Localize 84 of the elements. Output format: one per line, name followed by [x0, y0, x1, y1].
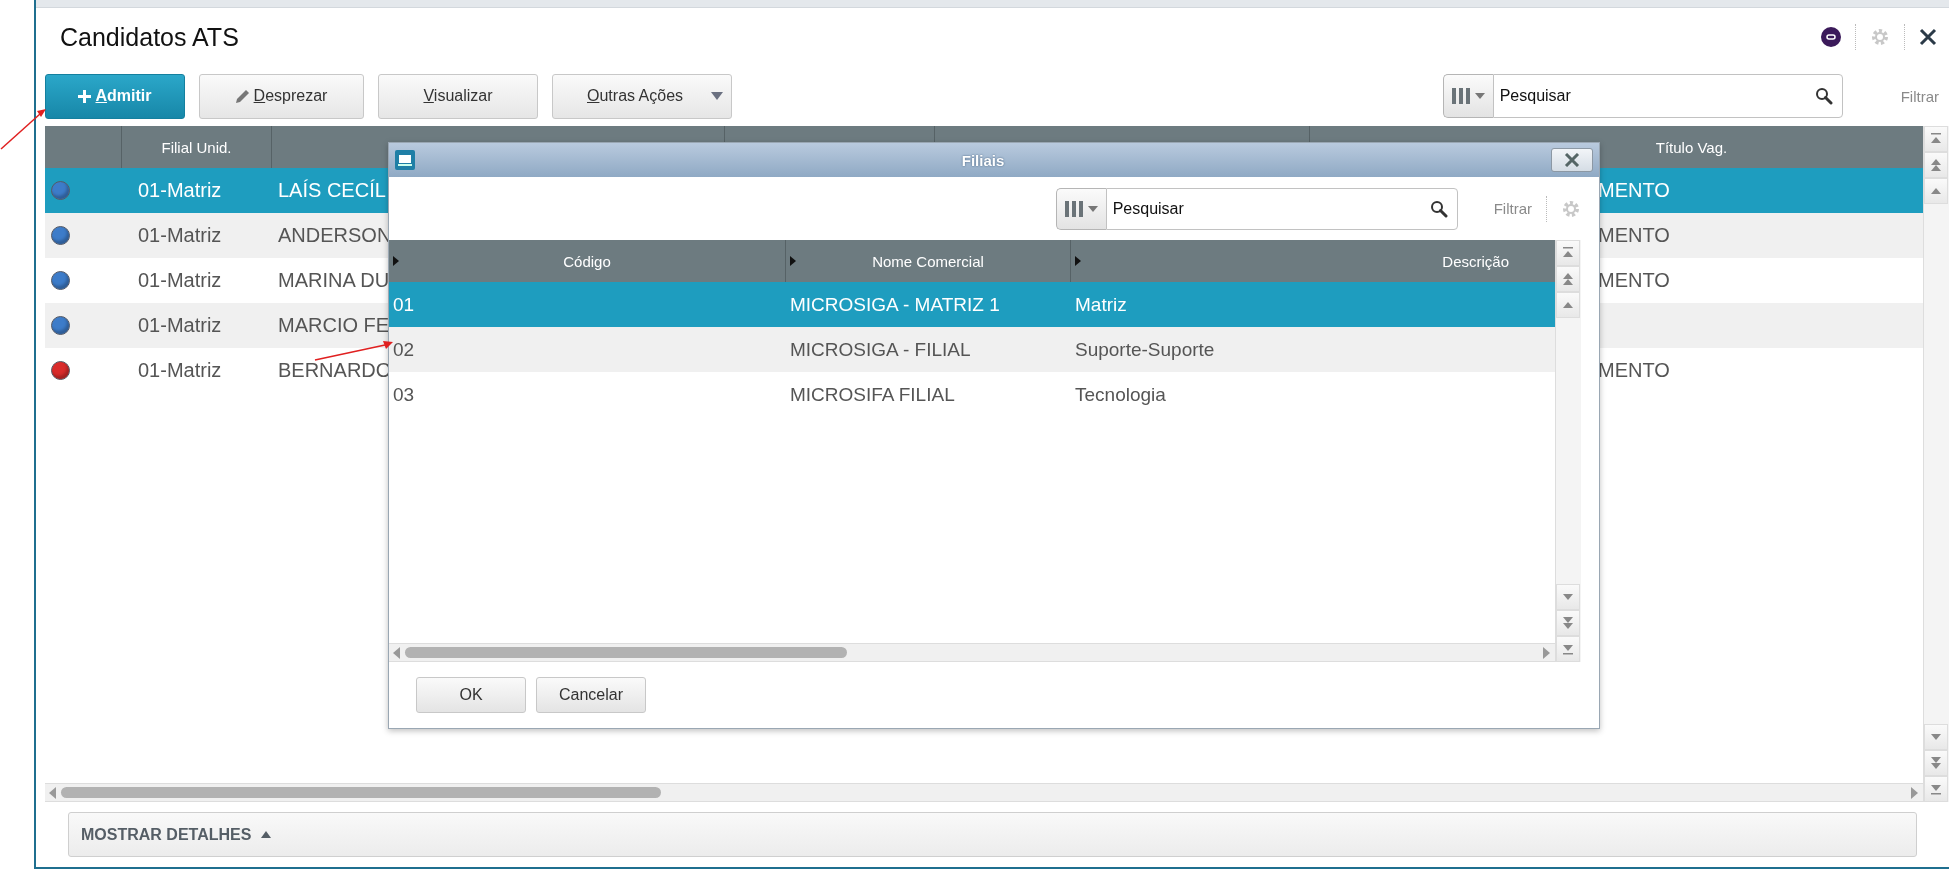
scroll-right-icon [1911, 786, 1919, 799]
monitor-icon [395, 150, 415, 170]
table-cell: Suporte-Suporte [1075, 338, 1215, 361]
annotation-arrow [0, 108, 48, 150]
table-cell: Matriz [1075, 293, 1127, 316]
horizontal-scrollbar[interactable] [45, 783, 1923, 802]
scroll-button[interactable] [1924, 724, 1948, 750]
scroll-left-icon [49, 786, 57, 799]
column-header: Nome Comercial [872, 252, 984, 270]
table-cell: MENTO [1598, 269, 1670, 292]
scroll-button[interactable] [1556, 584, 1580, 610]
table-cell: MICROSIGA - MATRIZ 1 [790, 293, 1000, 316]
scroll-button[interactable] [1924, 776, 1948, 802]
table-cell: Tecnologia [1075, 383, 1166, 406]
cancel-button[interactable]: Cancelar [536, 677, 646, 713]
table-cell: MARCIO FE [278, 314, 390, 337]
column-header: Código [563, 252, 611, 270]
scroll-button[interactable] [1924, 178, 1948, 204]
scroll-up-icon [1562, 246, 1574, 260]
scroll-button[interactable] [1556, 610, 1580, 636]
sort-icon[interactable] [790, 256, 796, 266]
scroll-down-icon [1562, 616, 1574, 630]
column-header: Filial Unid. [161, 138, 232, 156]
table-cell: 01-Matriz [138, 314, 222, 337]
expand-up-icon [261, 831, 272, 838]
scroll-left-icon [393, 646, 401, 659]
view-button[interactable]: Visualizar [378, 73, 538, 119]
scroll-up-icon [1562, 272, 1574, 286]
table-cell: 01-Matriz [138, 224, 222, 247]
table-cell: 02 [393, 338, 415, 361]
close-icon [1564, 153, 1580, 167]
table-cell: MICROSIGA - FILIAL [790, 338, 971, 361]
caret-icon [1475, 93, 1486, 99]
show-details-button[interactable]: MOSTRAR DETALHES [81, 825, 272, 844]
scroll-up-icon [1930, 132, 1942, 146]
columns-icon [1451, 87, 1472, 105]
scroll-right-icon [1543, 646, 1551, 659]
table-cell: BERNARDO [278, 359, 392, 382]
table-cell: 01-Matriz [138, 359, 222, 382]
column-header: Descrição [1442, 252, 1509, 270]
table-cell: 01-Matriz [138, 269, 222, 292]
search-icon [1429, 199, 1448, 218]
table-cell: MARINA DU [278, 269, 390, 292]
table-cell: LAÍS CECÍL [278, 179, 386, 202]
scroll-down-icon [1930, 756, 1942, 770]
discard-button[interactable]: Desprezar [199, 73, 364, 119]
scroll-button[interactable] [1556, 636, 1580, 662]
pencil-icon [235, 89, 250, 103]
scroll-down-icon [1562, 642, 1574, 656]
scroll-button[interactable] [1924, 152, 1948, 178]
table-cell: 03 [393, 383, 415, 406]
table-cell: 01 [393, 293, 415, 316]
columns-button[interactable] [1442, 74, 1493, 118]
scroll-button[interactable] [1924, 750, 1948, 776]
app-logo-icon [1821, 27, 1841, 47]
plus-icon [78, 89, 92, 103]
horizontal-scrollbar[interactable] [389, 643, 1555, 662]
ok-button[interactable]: OK [416, 677, 526, 713]
dialog-title: Filiais [960, 151, 1006, 169]
caret-icon [711, 92, 723, 100]
table-cell: MICROSIFA FILIAL [790, 383, 955, 406]
scroll-down-icon [1930, 782, 1942, 796]
columns-icon [1064, 199, 1085, 218]
table-cell: MENTO [1598, 179, 1670, 202]
table-cell: MENTO [1598, 359, 1670, 382]
window-title: Candidatos ATS [60, 22, 240, 52]
scroll-button[interactable] [1556, 266, 1580, 292]
scroll-up-icon [1930, 158, 1942, 172]
search-field[interactable]: Pesquisar [1492, 74, 1843, 118]
close-icon[interactable] [1919, 28, 1937, 46]
sort-icon[interactable] [393, 256, 399, 266]
close-button[interactable] [1551, 148, 1593, 172]
column-header: Título Vag. [1655, 138, 1728, 156]
search-field[interactable]: Pesquisar [1105, 187, 1458, 230]
scroll-button[interactable] [1924, 126, 1948, 152]
table-cell: 01-Matriz [138, 179, 222, 202]
scroll-button[interactable] [1556, 240, 1580, 266]
columns-button[interactable] [1055, 187, 1106, 230]
table-row[interactable]: 02 MICROSIGA - FILIAL Suporte-Suporte [389, 327, 1555, 372]
sort-icon[interactable] [1075, 256, 1081, 266]
scroll-button[interactable] [1556, 292, 1580, 318]
table-cell: MENTO [1598, 224, 1670, 247]
search-icon [1814, 87, 1833, 105]
more-actions-button[interactable]: Outras Ações [552, 73, 732, 119]
